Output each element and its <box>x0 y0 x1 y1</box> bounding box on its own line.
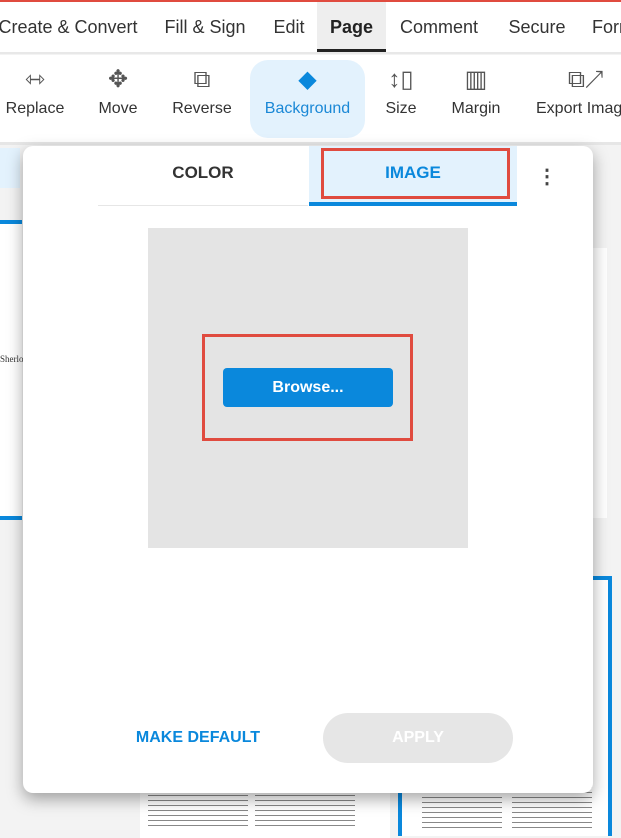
page-thumbnail[interactable]: Sherlo <box>0 220 24 520</box>
size-button[interactable]: ↕▯ Size <box>380 60 422 138</box>
move-button[interactable]: ✥ Move <box>90 60 146 138</box>
margin-label: Margin <box>451 100 501 117</box>
tab-edit[interactable]: Edit <box>266 2 312 52</box>
tab-create-convert[interactable]: Create & Convert <box>0 2 138 52</box>
export-image-button[interactable]: ⧉↗ Export Imag <box>536 60 621 138</box>
export-image-icon: ⧉↗ <box>567 66 605 93</box>
tab-comment[interactable]: Comment <box>393 2 485 52</box>
size-label: Size <box>385 100 417 117</box>
tab-page[interactable]: Page <box>317 2 386 52</box>
image-preview: Browse... <box>148 228 468 548</box>
export-image-label: Export Imag <box>536 100 621 117</box>
replace-label: Replace <box>5 100 65 117</box>
background-label: Background <box>264 100 351 117</box>
page-thumbnail[interactable] <box>593 248 607 518</box>
margin-button[interactable]: ▥ Margin <box>448 60 504 138</box>
tab-form[interactable]: Forr <box>592 2 621 52</box>
page-toolbar: ⇿ Replace ✥ Move ⧉ Reverse ◆ Background ↕▯ Si… <box>0 55 621 145</box>
reverse-label: Reverse <box>172 100 232 117</box>
tab-secure[interactable]: Secure <box>502 2 572 52</box>
margin-icon: ▥ <box>464 66 488 93</box>
reverse-button[interactable]: ⧉ Reverse <box>166 60 238 138</box>
paint-bucket-icon: ◆ <box>298 66 317 93</box>
browse-button[interactable]: Browse... <box>223 368 393 407</box>
tab-fill-sign[interactable]: Fill & Sign <box>158 2 252 52</box>
move-icon: ✥ <box>107 66 129 93</box>
tab-color[interactable]: COLOR <box>98 146 308 206</box>
make-default-button[interactable]: MAKE DEFAULT <box>123 723 273 753</box>
menu-bar: Create & Convert Fill & Sign Edit Page C… <box>0 2 621 54</box>
reverse-icon: ⧉ <box>193 66 211 93</box>
background-dialog: COLOR IMAGE ⋮ Browse... MAKE DEFAULT APP… <box>23 146 593 793</box>
move-label: Move <box>98 100 138 117</box>
more-options-icon[interactable]: ⋮ <box>537 162 557 192</box>
size-icon: ↕▯ <box>388 66 414 93</box>
apply-button[interactable]: APPLY <box>323 713 513 763</box>
background-button[interactable]: ◆ Background <box>250 60 365 138</box>
highlight-box <box>321 148 510 199</box>
thumbnail-title: Sherlo <box>0 354 24 364</box>
document-tab[interactable] <box>0 148 20 188</box>
replace-button[interactable]: ⇿ Replace <box>0 60 70 138</box>
replace-icon: ⇿ <box>24 66 46 93</box>
